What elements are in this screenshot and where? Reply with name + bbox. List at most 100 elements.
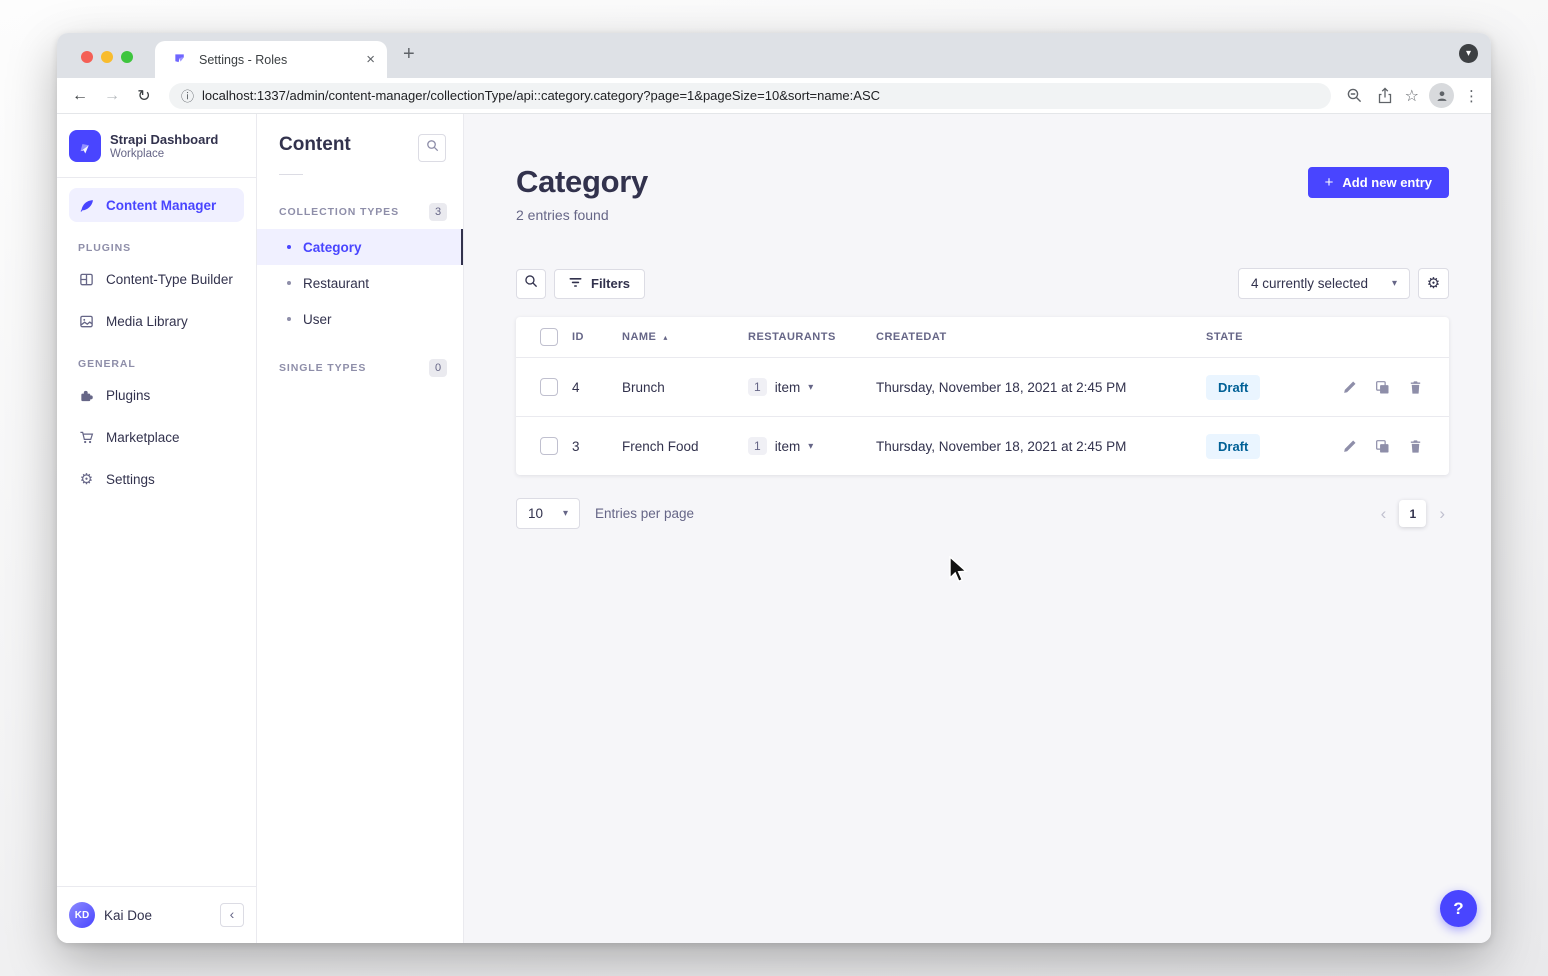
close-window-button[interactable]	[81, 51, 93, 63]
sidebar-item-content-type-builder[interactable]: Content-Type Builder	[69, 262, 244, 296]
table-row[interactable]: 4 Brunch 1 item ▾ Thursday, November 18,…	[516, 357, 1449, 416]
browser-menu-icon[interactable]: ⋮	[1464, 87, 1479, 105]
minimize-window-button[interactable]	[101, 51, 113, 63]
column-header-name[interactable]: NAME ▴	[622, 331, 748, 343]
sidebar-item-settings[interactable]: ⚙ Settings	[69, 462, 244, 496]
cell-name: Brunch	[622, 380, 748, 395]
subnav-item-label: Category	[303, 240, 362, 255]
sidebar-item-label: Marketplace	[106, 430, 180, 445]
sidebar-item-label: Content-Type Builder	[106, 272, 233, 287]
plugins-section-label: PLUGINS	[78, 242, 235, 254]
forward-button[interactable]: →	[101, 87, 123, 105]
puzzle-piece-icon	[78, 387, 95, 404]
current-page-button[interactable]: 1	[1399, 500, 1426, 527]
entries-found-text: 2 entries found	[516, 207, 648, 223]
browser-window: Settings - Roles × + ▾ ← → ↻ ⓘ localhost…	[57, 33, 1491, 943]
cell-restaurants[interactable]: 1 item ▾	[748, 437, 876, 455]
edit-pencil-icon[interactable]	[1342, 439, 1357, 454]
bullet-icon	[287, 317, 291, 321]
subnav-item-restaurant[interactable]: Restaurant	[257, 265, 463, 301]
single-types-count-badge: 0	[429, 359, 447, 377]
collection-types-count-badge: 3	[429, 203, 447, 221]
browser-tab[interactable]: Settings - Roles ×	[155, 41, 387, 78]
browser-profile-avatar[interactable]	[1429, 83, 1454, 108]
pagination: 10 ▾ Entries per page ‹ 1 ›	[516, 498, 1449, 529]
filter-icon	[569, 276, 582, 291]
cell-restaurants[interactable]: 1 item ▾	[748, 378, 876, 396]
bullet-icon	[287, 245, 291, 249]
duplicate-icon[interactable]	[1375, 439, 1390, 454]
select-all-checkbox[interactable]	[540, 328, 558, 346]
caret-down-icon: ▾	[808, 441, 813, 452]
zoom-icon[interactable]	[1345, 86, 1365, 106]
collapse-sidebar-button[interactable]: ‹	[220, 903, 244, 927]
caret-down-icon: ▾	[563, 508, 568, 519]
caret-down-icon: ▾	[808, 382, 813, 393]
subnav-item-category[interactable]: Category	[257, 229, 463, 265]
strapi-favicon-icon	[170, 50, 190, 70]
window-controls	[81, 51, 133, 63]
row-checkbox[interactable]	[540, 437, 558, 455]
tab-search-button[interactable]: ▾	[1459, 44, 1478, 63]
subnav-item-user[interactable]: User	[257, 301, 463, 337]
search-icon	[524, 274, 538, 293]
add-new-entry-button[interactable]: + Add new entry	[1308, 167, 1449, 198]
bookmark-star-icon[interactable]: ☆	[1405, 86, 1419, 106]
column-header-restaurants[interactable]: RESTAURANTS	[748, 331, 876, 343]
filters-button[interactable]: Filters	[554, 269, 645, 299]
site-info-icon[interactable]: ⓘ	[181, 86, 194, 105]
brand-subtitle: Workplace	[110, 148, 218, 160]
cell-id: 3	[572, 439, 622, 454]
subnav-search-button[interactable]	[418, 134, 446, 162]
help-button[interactable]: ?	[1440, 890, 1477, 927]
column-header-id[interactable]: ID	[572, 331, 622, 343]
duplicate-icon[interactable]	[1375, 380, 1390, 395]
row-checkbox[interactable]	[540, 378, 558, 396]
delete-trash-icon[interactable]	[1408, 380, 1423, 395]
table-header-row: ID NAME ▴ RESTAURANTS CREATEDAT STATE	[516, 317, 1449, 357]
gear-icon: ⚙	[1427, 276, 1440, 291]
next-page-button[interactable]: ›	[1435, 504, 1449, 524]
delete-trash-icon[interactable]	[1408, 439, 1423, 454]
main-content: Category 2 entries found + Add new entry	[464, 114, 1491, 943]
browser-toolbar: ← → ↻ ⓘ localhost:1337/admin/content-man…	[57, 78, 1491, 114]
brand-home-link[interactable]: Strapi Dashboard Workplace	[57, 114, 256, 175]
back-button[interactable]: ←	[69, 87, 91, 105]
column-header-createdat[interactable]: CREATEDAT	[876, 331, 1206, 343]
share-icon[interactable]	[1375, 86, 1395, 106]
browser-tab-strip: Settings - Roles × + ▾	[57, 33, 1491, 78]
plus-icon: +	[1325, 174, 1334, 191]
cell-name: French Food	[622, 439, 748, 454]
column-header-state[interactable]: STATE	[1206, 331, 1329, 343]
image-icon	[78, 313, 95, 330]
table-settings-button[interactable]: ⚙	[1418, 268, 1449, 299]
user-name: Kai Doe	[104, 908, 152, 923]
state-badge: Draft	[1206, 375, 1260, 400]
content-subnav: Content COLLECTION TYPES 3 Category Rest…	[257, 114, 464, 943]
sidebar-divider	[57, 177, 256, 178]
edit-pencil-icon[interactable]	[1342, 380, 1357, 395]
sidebar-item-marketplace[interactable]: Marketplace	[69, 420, 244, 454]
chevron-down-icon: ▾	[1466, 48, 1471, 59]
previous-page-button[interactable]: ‹	[1377, 504, 1391, 524]
table-search-button[interactable]	[516, 269, 546, 299]
user-profile-area[interactable]: KD Kai Doe ‹	[57, 886, 256, 943]
sidebar-item-content-manager[interactable]: Content Manager	[69, 188, 244, 222]
strapi-logo-icon	[69, 130, 101, 162]
cell-id: 4	[572, 380, 622, 395]
fullscreen-window-button[interactable]	[121, 51, 133, 63]
page-size-select[interactable]: 10 ▾	[516, 498, 580, 529]
single-types-label: SINGLE TYPES	[279, 362, 366, 374]
bullet-icon	[287, 281, 291, 285]
layout-grid-icon	[78, 271, 95, 288]
reload-button[interactable]: ↻	[133, 86, 155, 106]
sidebar-item-media-library[interactable]: Media Library	[69, 304, 244, 338]
address-bar[interactable]: ⓘ localhost:1337/admin/content-manager/c…	[169, 83, 1331, 109]
tab-close-icon[interactable]: ×	[366, 52, 375, 67]
collection-types-label: COLLECTION TYPES	[279, 206, 399, 218]
sidebar-item-plugins[interactable]: Plugins	[69, 378, 244, 412]
new-tab-button[interactable]: +	[403, 44, 415, 64]
sidebar-item-label: Plugins	[106, 388, 150, 403]
fields-selected-dropdown[interactable]: 4 currently selected ▾	[1238, 268, 1410, 299]
table-row[interactable]: 3 French Food 1 item ▾ Thursday, Novembe…	[516, 416, 1449, 475]
